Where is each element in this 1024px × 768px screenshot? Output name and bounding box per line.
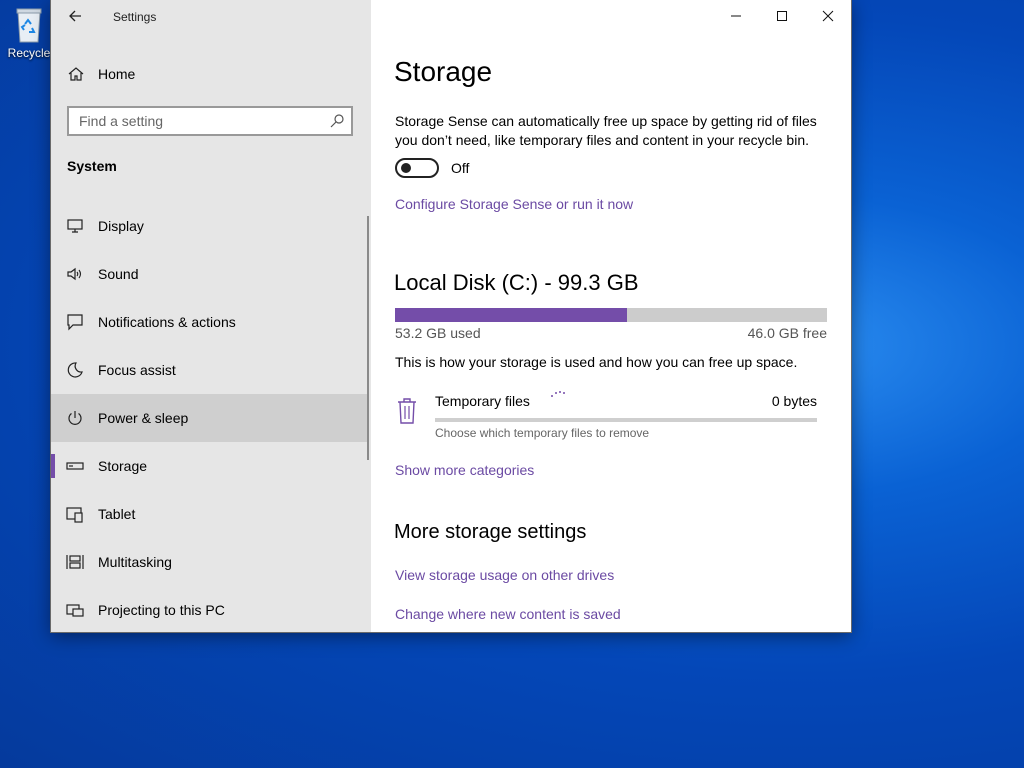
- back-arrow-icon: [69, 10, 81, 22]
- configure-storage-sense-link[interactable]: Configure Storage Sense or run it now: [395, 196, 633, 212]
- storage-usage-hint: This is how your storage is used and how…: [395, 354, 798, 370]
- tablet-icon: [66, 507, 83, 523]
- sidebar-scrollbar[interactable]: [367, 216, 369, 460]
- home-icon: [68, 67, 84, 81]
- recycle-bin-shortcut[interactable]: Recycle: [4, 6, 54, 60]
- home-label: Home: [98, 66, 136, 82]
- sidebar: Settings Home System Display: [51, 0, 371, 632]
- speaker-icon: [67, 267, 82, 281]
- sidebar-item-tablet[interactable]: Tablet: [51, 490, 367, 538]
- close-button[interactable]: [805, 0, 851, 32]
- minimize-button[interactable]: [713, 0, 759, 32]
- minimize-icon: [731, 15, 741, 17]
- storage-sense-description: Storage Sense can automatically free up …: [395, 113, 817, 148]
- category-usage-bar: [435, 418, 817, 422]
- sidebar-item-label: Tablet: [98, 506, 136, 522]
- toggle-knob: [401, 163, 411, 173]
- category-name: Temporary files: [435, 393, 530, 409]
- sidebar-item-label: Projecting to this PC: [98, 602, 225, 618]
- projector-icon: [66, 604, 84, 617]
- more-storage-settings-title: More storage settings: [394, 521, 587, 543]
- storage-sense-toggle[interactable]: [395, 158, 439, 178]
- show-more-categories-link[interactable]: Show more categories: [395, 462, 534, 478]
- recycle-bin-icon: [14, 6, 44, 44]
- sidebar-item-label: Power & sleep: [98, 410, 189, 426]
- disk-free-label: 46.0 GB free: [747, 325, 827, 341]
- sidebar-item-label: Multitasking: [98, 554, 172, 570]
- home-nav-item[interactable]: Home: [51, 62, 371, 88]
- maximize-button[interactable]: [759, 0, 805, 32]
- view-other-drives-link[interactable]: View storage usage on other drives: [395, 567, 614, 583]
- search-input[interactable]: [69, 108, 329, 134]
- search-icon[interactable]: [329, 113, 345, 129]
- search-box: [67, 106, 353, 136]
- display-icon: [67, 219, 83, 233]
- selection-indicator: [51, 454, 55, 478]
- change-save-location-link[interactable]: Change where new content is saved: [395, 606, 621, 622]
- system-nav-list: Display Sound Notifications & actions Fo…: [51, 202, 367, 632]
- sidebar-item-label: Notifications & actions: [98, 314, 236, 330]
- settings-window: Settings Home System Display: [51, 0, 851, 632]
- sidebar-item-notifications[interactable]: Notifications & actions: [51, 298, 367, 346]
- sidebar-item-label: Display: [98, 218, 144, 234]
- sidebar-item-label: Focus assist: [98, 362, 176, 378]
- back-button[interactable]: [65, 6, 85, 26]
- sidebar-item-display[interactable]: Display: [51, 202, 367, 250]
- sidebar-item-sound[interactable]: Sound: [51, 250, 367, 298]
- disk-title: Local Disk (C:) - 99.3 GB: [394, 270, 639, 295]
- multitasking-icon: [66, 555, 84, 569]
- sidebar-item-storage[interactable]: Storage: [51, 442, 367, 490]
- sidebar-item-projecting[interactable]: Projecting to this PC: [51, 586, 367, 632]
- sidebar-item-label: Sound: [98, 266, 139, 282]
- section-title: System: [67, 158, 117, 174]
- disk-used-label: 53.2 GB used: [395, 325, 481, 341]
- window-title: Settings: [113, 10, 157, 24]
- recycle-bin-label: Recycle: [7, 46, 51, 60]
- moon-icon: [67, 362, 83, 378]
- sidebar-item-multitasking[interactable]: Multitasking: [51, 538, 367, 586]
- maximize-icon: [777, 11, 787, 21]
- power-icon: [68, 411, 82, 425]
- sidebar-item-power-sleep[interactable]: Power & sleep: [51, 394, 367, 442]
- sidebar-item-label: Storage: [98, 458, 148, 474]
- trash-icon: [398, 398, 416, 424]
- disk-usage-bar: [395, 308, 827, 322]
- drive-icon: [66, 462, 84, 470]
- sidebar-item-focus-assist[interactable]: Focus assist: [51, 346, 367, 394]
- category-subtitle: Choose which temporary files to remove: [435, 426, 650, 440]
- storage-page: Storage Storage Sense can automatically …: [371, 0, 851, 632]
- page-title: Storage: [394, 56, 493, 87]
- storage-sense-toggle-label: Off: [451, 160, 470, 176]
- loading-spinner-icon: [551, 391, 565, 397]
- disk-usage-fill: [395, 308, 627, 322]
- close-icon: [822, 10, 834, 22]
- category-size: 0 bytes: [771, 393, 817, 409]
- notification-icon: [67, 314, 83, 331]
